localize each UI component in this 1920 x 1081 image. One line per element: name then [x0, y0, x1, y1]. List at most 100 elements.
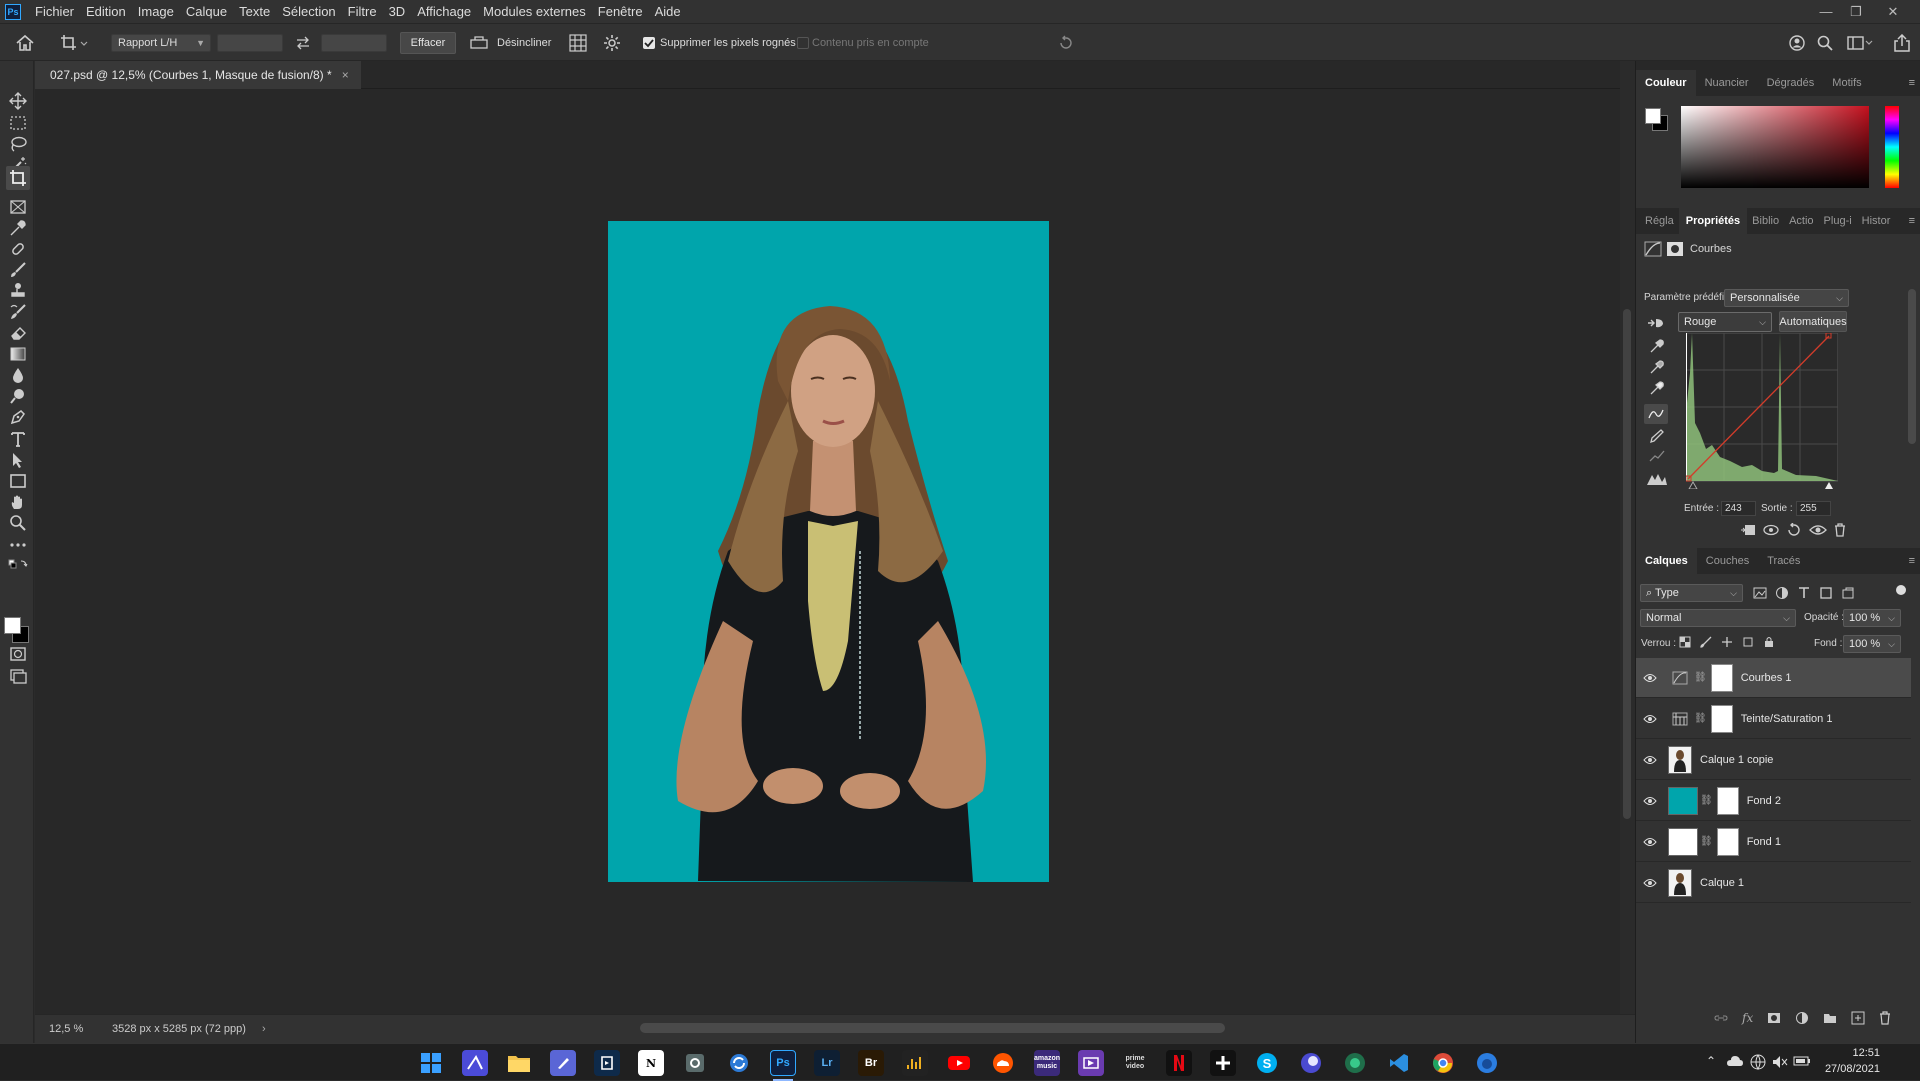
network-globe-icon[interactable]	[1750, 1054, 1766, 1070]
curves-graph[interactable]	[1686, 333, 1838, 489]
lock-image-icon[interactable]	[1700, 636, 1712, 648]
panel-foreground-swatch[interactable]	[1645, 108, 1661, 124]
eraser-tool-icon[interactable]	[8, 323, 28, 343]
lock-all-icon[interactable]	[1763, 636, 1775, 648]
link-icon[interactable]: ⛓	[1700, 836, 1713, 847]
firefox-icon[interactable]	[1474, 1050, 1500, 1076]
lightroom-icon[interactable]: Lr	[814, 1050, 840, 1076]
skype-icon[interactable]: S	[1254, 1050, 1280, 1076]
home-icon[interactable]	[15, 24, 35, 62]
layer-thumbnail[interactable]	[1668, 745, 1692, 774]
search-icon[interactable]	[1817, 24, 1833, 62]
youtube-icon[interactable]	[946, 1050, 972, 1076]
lock-transparent-icon[interactable]	[1679, 636, 1691, 648]
dodge-tool-icon[interactable]	[8, 386, 28, 406]
delete-adjustment-icon[interactable]	[1833, 523, 1847, 537]
tab-actions[interactable]: Actio	[1784, 208, 1818, 234]
layer-row[interactable]: ⛓ Fond 1	[1636, 822, 1911, 862]
zoom-level[interactable]: 12,5 %	[49, 1015, 83, 1043]
clipping-warning-icon[interactable]	[1646, 472, 1668, 486]
new-adjustment-icon[interactable]	[1795, 1011, 1809, 1025]
filter-toggle-icon[interactable]	[1896, 585, 1906, 595]
browser-app-icon[interactable]	[1298, 1050, 1324, 1076]
visibility-eye-icon[interactable]	[1636, 714, 1664, 724]
effacer-button[interactable]: Effacer	[400, 32, 456, 54]
zoom-tool-icon[interactable]	[8, 513, 28, 533]
visibility-eye-icon[interactable]	[1636, 673, 1664, 683]
filter-shape-icon[interactable]	[1819, 586, 1833, 600]
reset-adjustment-icon[interactable]	[1786, 523, 1802, 537]
brush-tool-icon[interactable]	[8, 260, 28, 280]
panel-menu-icon[interactable]: ≡	[1909, 555, 1915, 567]
menu-aide[interactable]: Aide	[649, 0, 687, 23]
layer-row[interactable]: ⛓ Fond 2	[1636, 781, 1911, 821]
layer-mask-thumbnail[interactable]	[1710, 704, 1733, 733]
new-layer-icon[interactable]	[1851, 1011, 1865, 1025]
quick-mask-icon[interactable]	[8, 644, 28, 664]
menu-image[interactable]: Image	[132, 0, 180, 23]
tray-chevron-up-icon[interactable]: ⌃	[1706, 1054, 1716, 1068]
height-input[interactable]	[321, 34, 387, 52]
contenu-checkbox[interactable]	[797, 37, 809, 49]
plus-app-icon[interactable]	[1210, 1050, 1236, 1076]
pen-app-icon[interactable]	[550, 1050, 576, 1076]
vertical-scroll-thumb[interactable]	[1623, 309, 1631, 819]
supprimer-checkbox[interactable]	[643, 37, 655, 49]
eyedropper-tool-icon[interactable]	[8, 218, 28, 238]
green-app-icon[interactable]	[1342, 1050, 1368, 1076]
cloud-icon[interactable]	[1726, 1054, 1744, 1068]
channel-select[interactable]: Rouge ⌵	[1678, 312, 1772, 332]
foreground-color-swatch-top[interactable]	[4, 617, 21, 634]
pencil-curve-icon[interactable]	[1649, 428, 1665, 444]
close-window-button[interactable]: ✕	[1880, 0, 1906, 23]
output-value-field[interactable]: 255	[1796, 501, 1831, 516]
netflix-icon[interactable]	[1166, 1050, 1192, 1076]
preset-select[interactable]: Personnalisée ⌵	[1724, 289, 1849, 307]
soundcloud-icon[interactable]	[990, 1050, 1016, 1076]
add-mask-icon[interactable]	[1767, 1012, 1781, 1024]
document-tab[interactable]: 027.psd @ 12,5% (Courbes 1, Masque de fu…	[35, 61, 361, 89]
type-tool-icon[interactable]	[8, 429, 28, 449]
windows-start-icon[interactable]	[418, 1050, 444, 1076]
menu-fenetre[interactable]: Fenêtre	[592, 0, 649, 23]
visibility-eye-icon[interactable]	[1636, 796, 1664, 806]
tab-historique[interactable]: Histor	[1857, 208, 1896, 234]
dev-tool-icon[interactable]	[594, 1050, 620, 1076]
fill-layer-thumbnail[interactable]	[1668, 786, 1698, 815]
link-icon[interactable]: ⛓	[1694, 713, 1707, 724]
filter-pixel-icon[interactable]	[1753, 586, 1767, 600]
on-image-adjust-icon[interactable]	[1646, 316, 1664, 330]
menu-texte[interactable]: Texte	[233, 0, 276, 23]
layer-row[interactable]: ⛓ Teinte/Saturation 1	[1636, 699, 1911, 739]
tab-calques[interactable]: Calques	[1636, 548, 1697, 574]
crop-tool-icon[interactable]	[6, 166, 30, 190]
minimize-button[interactable]: —	[1813, 0, 1839, 23]
notion-icon[interactable]: N	[638, 1050, 664, 1076]
hand-tool-icon[interactable]	[8, 492, 28, 512]
battery-icon[interactable]	[1793, 1055, 1811, 1067]
ratio-select[interactable]: Rapport L/H ▼	[111, 34, 211, 52]
volume-muted-icon[interactable]	[1772, 1054, 1788, 1070]
menu-edition[interactable]: Edition	[80, 0, 132, 23]
fx-icon[interactable]: fx	[1742, 1011, 1753, 1025]
horizontal-scroll-thumb[interactable]	[640, 1023, 1225, 1033]
fill-layer-thumbnail[interactable]	[1668, 827, 1698, 856]
layer-mask-thumbnail[interactable]	[1710, 663, 1733, 692]
input-value-field[interactable]: 243	[1721, 501, 1756, 516]
menu-calque[interactable]: Calque	[180, 0, 233, 23]
layer-row[interactable]: Calque 1	[1636, 863, 1911, 903]
menu-modules-externes[interactable]: Modules externes	[477, 0, 592, 23]
visibility-eye-icon[interactable]	[1636, 878, 1664, 888]
fill-field[interactable]: 100 % ⌵	[1843, 635, 1901, 653]
close-tab-icon[interactable]: ×	[342, 68, 349, 82]
crop-tool-preset-icon[interactable]	[60, 24, 88, 62]
tab-couches[interactable]: Couches	[1697, 548, 1758, 574]
tab-reglages[interactable]: Régla	[1636, 208, 1679, 234]
tab-couleur[interactable]: Couleur	[1636, 70, 1696, 96]
visibility-icon[interactable]	[1809, 523, 1827, 537]
layer-thumbnail[interactable]	[1668, 868, 1692, 897]
layer-row[interactable]: Calque 1 copie	[1636, 740, 1911, 780]
lasso-tool-icon[interactable]	[8, 134, 28, 154]
vertical-scrollbar[interactable]	[1620, 89, 1634, 1025]
swap-icon[interactable]	[295, 24, 311, 62]
